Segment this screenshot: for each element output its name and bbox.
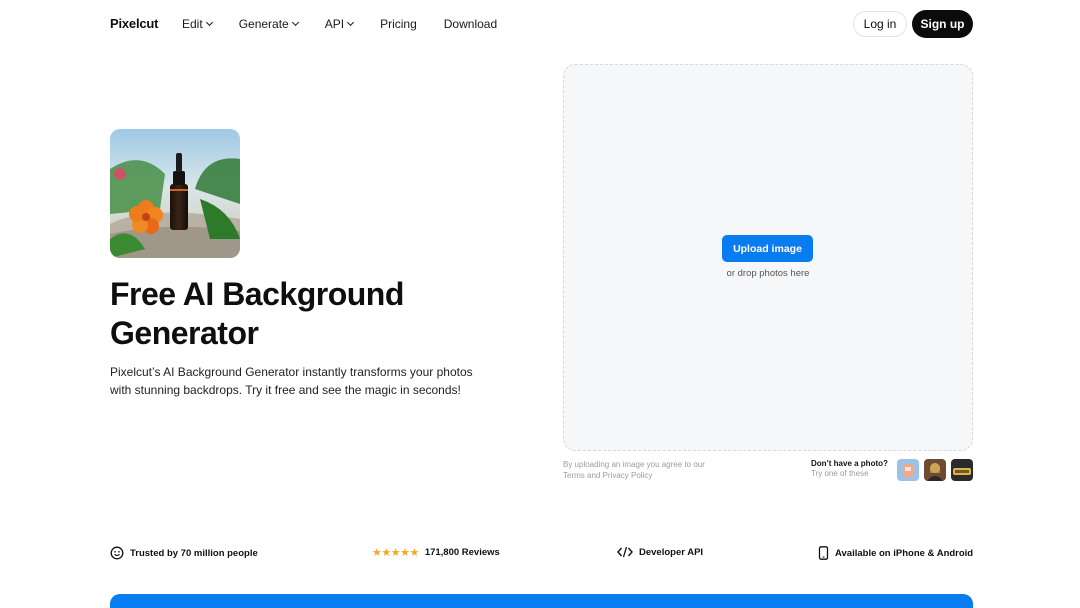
feature-reviews-label: 171,800 Reviews bbox=[424, 547, 500, 558]
sample-image-3[interactable] bbox=[951, 459, 973, 481]
chevron-down-icon bbox=[347, 18, 355, 27]
sample-image-2[interactable] bbox=[924, 459, 946, 481]
feature-mobile-label: Available on iPhone & Android bbox=[835, 547, 974, 559]
feature-trusted: Trusted by 70 million people bbox=[110, 546, 258, 560]
nav-generate-label: Generate bbox=[238, 17, 289, 31]
login-button[interactable]: Log in bbox=[853, 11, 907, 37]
nav-edit-label: Edit bbox=[182, 17, 203, 31]
sample-prompt-title: Don’t have a photo? bbox=[811, 459, 888, 468]
top-nav: Pixelcut Edit Generate API Pricing Downl… bbox=[0, 0, 1080, 48]
nav-edit[interactable]: Edit bbox=[182, 17, 213, 31]
feature-reviews: ★★★★★ 171,800 Reviews bbox=[372, 546, 500, 559]
nav-generate[interactable]: Generate bbox=[238, 17, 299, 31]
signup-button[interactable]: Sign up bbox=[912, 10, 973, 38]
sample-image-1[interactable] bbox=[897, 459, 919, 481]
chevron-down-icon bbox=[291, 18, 299, 27]
nav-api-label: API bbox=[324, 17, 345, 31]
upload-image-button[interactable]: Upload image bbox=[722, 235, 813, 262]
smiley-icon bbox=[110, 546, 124, 560]
hero-image bbox=[110, 129, 240, 258]
nav-pricing[interactable]: Pricing bbox=[380, 17, 417, 31]
nav-pricing-label: Pricing bbox=[380, 17, 417, 31]
bottom-banner bbox=[110, 594, 973, 608]
feature-trusted-label: Trusted by 70 million people bbox=[130, 547, 258, 559]
phone-icon bbox=[818, 546, 829, 560]
hero-subtitle: Pixelcut’s AI Background Generator insta… bbox=[110, 365, 473, 397]
hero-title: Free AI Background Generator bbox=[110, 276, 404, 351]
code-icon bbox=[617, 546, 633, 558]
feature-api: Developer API bbox=[617, 546, 703, 558]
chevron-down-icon bbox=[205, 18, 213, 27]
drop-photos-text: or drop photos here bbox=[726, 268, 810, 279]
nav-download-label: Download bbox=[443, 17, 498, 31]
logo[interactable]: Pixelcut bbox=[110, 16, 158, 31]
main-menu: Edit Generate API Pricing Download bbox=[182, 17, 524, 31]
sample-prompt-subtitle: Try one of these bbox=[811, 469, 869, 478]
terms-notice: By uploading an image you agree to our T… bbox=[563, 460, 705, 480]
nav-api[interactable]: API bbox=[324, 17, 355, 31]
feature-api-label: Developer API bbox=[639, 546, 704, 558]
feature-mobile: Available on iPhone & Android bbox=[818, 546, 973, 560]
nav-download[interactable]: Download bbox=[444, 17, 497, 31]
star-rating-icon: ★★★★★ bbox=[372, 547, 419, 559]
